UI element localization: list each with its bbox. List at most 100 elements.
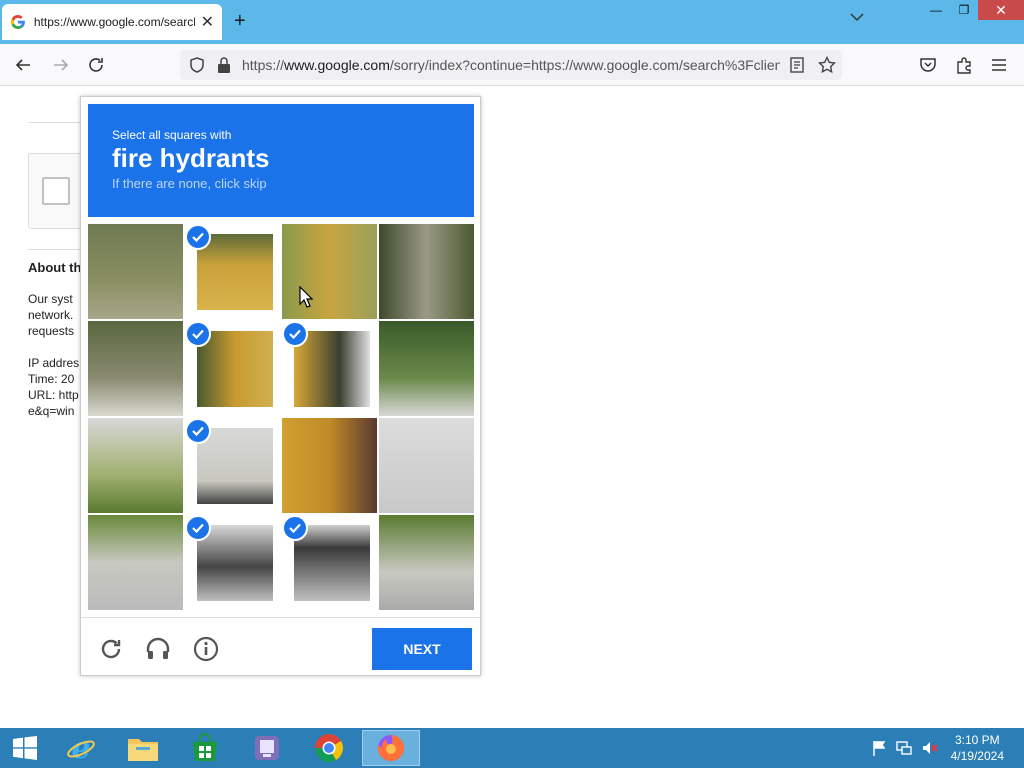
nav-bar: https://www.google.com/sorry/index?conti… bbox=[0, 44, 1024, 86]
window-close-icon[interactable]: ✕ bbox=[978, 0, 1024, 20]
selected-checkmark-icon bbox=[185, 515, 211, 541]
time-line: Time: 20 bbox=[28, 372, 75, 386]
grid-tile[interactable] bbox=[185, 515, 280, 610]
grid-tile[interactable] bbox=[185, 224, 280, 319]
volume-muted-icon[interactable] bbox=[922, 740, 938, 756]
chrome-icon[interactable] bbox=[300, 730, 358, 766]
tile-image bbox=[88, 515, 183, 610]
url-line: URL: http bbox=[28, 388, 79, 402]
browser-tab[interactable]: https://www.google.com/search ✕ bbox=[2, 4, 222, 40]
tab-bar: https://www.google.com/search ✕ + — ❐ ✕ bbox=[0, 0, 1024, 44]
tile-image bbox=[282, 224, 377, 319]
grid-tile[interactable] bbox=[379, 321, 474, 416]
network-icon[interactable] bbox=[896, 740, 912, 756]
tile-image bbox=[379, 515, 474, 610]
info-line: Our syst bbox=[28, 292, 73, 306]
grid-tile[interactable] bbox=[88, 515, 183, 610]
grid-tile[interactable] bbox=[185, 321, 280, 416]
grid-tile[interactable] bbox=[282, 515, 377, 610]
taskbar: e 3:10 PM 4/19/2024 bbox=[0, 728, 1024, 768]
shield-icon[interactable] bbox=[188, 56, 206, 74]
tile-image bbox=[88, 418, 183, 513]
selected-checkmark-icon bbox=[282, 321, 308, 347]
divider bbox=[28, 249, 88, 250]
selected-checkmark-icon bbox=[185, 418, 211, 444]
audio-challenge-headphones-icon[interactable] bbox=[145, 636, 171, 662]
grid-tile[interactable] bbox=[88, 224, 183, 319]
tab-title: https://www.google.com/search bbox=[33, 15, 195, 29]
restore-icon[interactable]: ❐ bbox=[950, 0, 978, 20]
next-button[interactable]: NEXT bbox=[372, 628, 472, 670]
extensions-icon[interactable] bbox=[955, 56, 973, 74]
forward-arrow-icon[interactable] bbox=[50, 54, 72, 76]
tile-image bbox=[379, 321, 474, 416]
tile-image bbox=[282, 418, 377, 513]
tile-image bbox=[197, 331, 273, 407]
app-icon[interactable] bbox=[238, 730, 296, 766]
skip-hint: If there are none, click skip bbox=[112, 176, 267, 191]
store-icon[interactable] bbox=[176, 730, 234, 766]
reload-challenge-icon[interactable] bbox=[98, 636, 124, 662]
selected-checkmark-icon bbox=[282, 515, 308, 541]
mouse-cursor-icon bbox=[299, 286, 313, 308]
grid-tile[interactable] bbox=[379, 515, 474, 610]
tile-image bbox=[379, 418, 474, 513]
clock-time: 3:10 PM bbox=[954, 733, 1000, 747]
tile-image bbox=[88, 321, 183, 416]
windows-start-icon[interactable] bbox=[0, 730, 50, 766]
address-bar[interactable]: https://www.google.com/sorry/index?conti… bbox=[180, 50, 842, 80]
selected-checkmark-icon bbox=[185, 224, 211, 250]
url-text: https://www.google.com/sorry/index?conti… bbox=[242, 57, 780, 73]
info-line: requests bbox=[28, 324, 75, 338]
tile-image bbox=[197, 428, 273, 504]
back-arrow-icon[interactable] bbox=[12, 54, 34, 76]
flag-icon[interactable] bbox=[872, 740, 886, 756]
firefox-icon[interactable] bbox=[362, 730, 420, 766]
about-heading: About th bbox=[28, 260, 82, 275]
grid-tile[interactable] bbox=[282, 224, 377, 319]
pocket-icon[interactable] bbox=[919, 56, 937, 74]
tile-image bbox=[197, 234, 273, 310]
grid-tile[interactable] bbox=[88, 418, 183, 513]
tile-image bbox=[379, 224, 474, 319]
tile-image bbox=[197, 525, 273, 601]
grid-tile[interactable] bbox=[282, 321, 377, 416]
grid-tile[interactable] bbox=[379, 224, 474, 319]
bookmark-star-icon[interactable] bbox=[818, 56, 836, 74]
tile-image bbox=[88, 224, 183, 319]
menu-hamburger-icon[interactable] bbox=[991, 57, 1007, 73]
system-tray bbox=[872, 740, 938, 756]
google-favicon-icon bbox=[10, 15, 25, 29]
reload-icon[interactable] bbox=[85, 54, 107, 76]
grid-tile[interactable] bbox=[185, 418, 280, 513]
reader-view-icon[interactable] bbox=[790, 57, 804, 73]
recaptcha-widget bbox=[28, 153, 88, 229]
target-object: fire hydrants bbox=[112, 143, 270, 173]
close-tab-icon[interactable]: ✕ bbox=[201, 12, 214, 32]
image-grid bbox=[88, 224, 474, 610]
file-explorer-icon[interactable] bbox=[114, 730, 172, 766]
instruction-text: Select all squares with bbox=[112, 128, 232, 142]
selected-checkmark-icon bbox=[185, 321, 211, 347]
grid-tile[interactable] bbox=[88, 321, 183, 416]
tile-image bbox=[294, 525, 370, 601]
recaptcha-checkbox[interactable] bbox=[42, 177, 70, 205]
url-line-cont: e&q=win bbox=[28, 404, 75, 418]
new-tab-icon[interactable]: + bbox=[234, 10, 246, 33]
list-tabs-chevron-icon[interactable] bbox=[850, 12, 864, 22]
tile-image bbox=[294, 331, 370, 407]
internet-explorer-icon[interactable]: e bbox=[52, 730, 110, 766]
grid-tile[interactable] bbox=[282, 418, 377, 513]
clock-date: 4/19/2024 bbox=[950, 749, 1004, 763]
captcha-footer: NEXT bbox=[81, 617, 480, 675]
divider bbox=[28, 122, 88, 123]
clock[interactable]: 3:10 PM 4/19/2024 bbox=[951, 732, 1004, 764]
minimize-icon[interactable]: — bbox=[922, 0, 950, 20]
info-line: network. bbox=[28, 308, 74, 322]
lock-icon[interactable] bbox=[216, 56, 232, 74]
captcha-challenge: Select all squares with fire hydrants If… bbox=[80, 96, 481, 676]
info-icon[interactable] bbox=[193, 636, 219, 662]
grid-tile[interactable] bbox=[379, 418, 474, 513]
ip-address-line: IP addres bbox=[28, 356, 80, 370]
captcha-header: Select all squares with fire hydrants If… bbox=[88, 104, 474, 217]
